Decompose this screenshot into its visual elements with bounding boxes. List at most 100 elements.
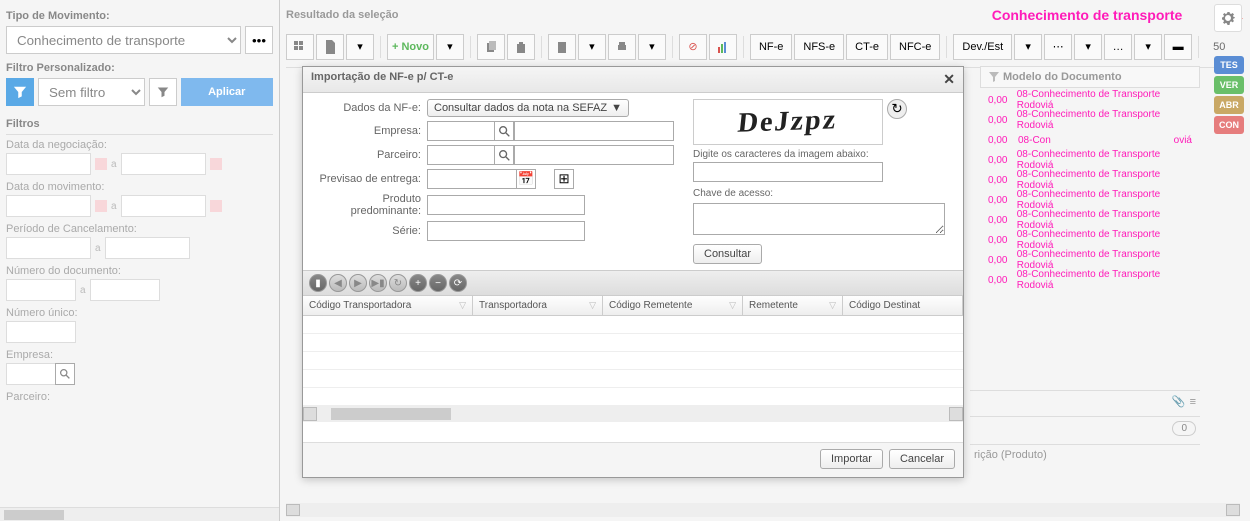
- result-row[interactable]: 0,0008-Conhecimento de Transporte Rodovi…: [980, 210, 1200, 230]
- nfse-button[interactable]: NFS-e: [794, 34, 844, 60]
- funnel-icon[interactable]: ▽: [829, 300, 836, 311]
- extra1-drop[interactable]: ▾: [1074, 34, 1102, 60]
- grid-nav-first[interactable]: ▮: [309, 274, 327, 292]
- serie-input[interactable]: [427, 221, 585, 241]
- modal-titlebar[interactable]: Importação de NF-e p/ CT-e ✕: [303, 67, 963, 93]
- tipo-more-button[interactable]: •••: [245, 26, 273, 54]
- numero-doc-to[interactable]: [90, 279, 160, 301]
- captcha-refresh-button[interactable]: ↻: [887, 99, 907, 119]
- chart-button[interactable]: [709, 34, 737, 60]
- badge-ver[interactable]: VER: [1214, 76, 1244, 94]
- grid-remove[interactable]: −: [429, 274, 447, 292]
- result-row[interactable]: 0,0008-Conhecimento de Transporte Rodovi…: [980, 110, 1200, 130]
- filtro-select[interactable]: Sem filtro: [38, 78, 145, 106]
- parceiro-code-input[interactable]: [427, 145, 495, 165]
- result-row[interactable]: 0,0008-Conoviá: [980, 130, 1200, 150]
- dados-nfe-dropdown[interactable]: Consultar dados da nota na SEFAZ▼: [427, 99, 629, 117]
- filter-icon-button[interactable]: [6, 78, 34, 106]
- copy-button[interactable]: [477, 34, 505, 60]
- calendar-icon[interactable]: [95, 200, 107, 212]
- data-negociacao-to[interactable]: [121, 153, 206, 175]
- doc-button[interactable]: [316, 34, 344, 60]
- consultar-button[interactable]: Consultar: [693, 244, 762, 264]
- col-transportadora[interactable]: Transportadora▽: [473, 296, 603, 315]
- cancelar-button[interactable]: Cancelar: [889, 449, 955, 469]
- modal-close-button[interactable]: ✕: [943, 71, 955, 88]
- previsao-extra-button[interactable]: ⊞: [554, 169, 574, 189]
- importar-button[interactable]: Importar: [820, 449, 883, 469]
- main-scrollbar[interactable]: [286, 503, 1240, 517]
- col-codigo-remetente[interactable]: Código Remetente▽: [603, 296, 743, 315]
- result-row[interactable]: 0,0008-Conhecimento de Transporte Rodovi…: [980, 90, 1200, 110]
- menu-icon[interactable]: ≡: [1190, 396, 1196, 408]
- extra2-drop[interactable]: ▾: [1134, 34, 1162, 60]
- scroll-left[interactable]: [286, 504, 300, 516]
- parceiro-lookup-button[interactable]: [494, 145, 514, 165]
- scroll-right[interactable]: [1226, 504, 1240, 516]
- grid-reload[interactable]: ⟳: [449, 274, 467, 292]
- grid-nav-next[interactable]: ▶: [349, 274, 367, 292]
- aplicar-button[interactable]: Aplicar: [181, 78, 274, 106]
- grid-add[interactable]: +: [409, 274, 427, 292]
- grid-refresh[interactable]: ↻: [389, 274, 407, 292]
- empresa-code-input[interactable]: [427, 121, 495, 141]
- badge-con[interactable]: CON: [1214, 116, 1244, 134]
- left-scrollbar[interactable]: [0, 507, 279, 521]
- result-row[interactable]: 0,0008-Conhecimento de Transporte Rodovi…: [980, 270, 1200, 290]
- novo-button[interactable]: +Novo: [387, 34, 434, 60]
- novo-drop[interactable]: ▾: [436, 34, 464, 60]
- print-button[interactable]: [608, 34, 636, 60]
- funnel-icon[interactable]: ▽: [459, 300, 466, 311]
- numero-unico-input[interactable]: [6, 321, 76, 343]
- doc-drop[interactable]: ▾: [346, 34, 374, 60]
- scroll-right-arrow[interactable]: [949, 407, 963, 421]
- previsao-input[interactable]: [427, 169, 517, 189]
- extra1-button[interactable]: ⋯: [1044, 34, 1072, 60]
- devest-drop[interactable]: ▾: [1014, 34, 1042, 60]
- chave-acesso-input[interactable]: [693, 203, 945, 235]
- devest-button[interactable]: Dev./Est: [953, 34, 1012, 60]
- grid-nav-prev[interactable]: ◀: [329, 274, 347, 292]
- cancel-item-button[interactable]: ⊘: [679, 34, 707, 60]
- extra2-button[interactable]: …: [1104, 34, 1132, 60]
- nfce-button[interactable]: NFC-e: [890, 34, 940, 60]
- grid-view-button[interactable]: [286, 34, 314, 60]
- calendar-icon[interactable]: [210, 200, 222, 212]
- paste-button[interactable]: [548, 34, 576, 60]
- grid-scrollbar[interactable]: [303, 406, 963, 422]
- tipo-movimento-select[interactable]: Conhecimento de transporte: [6, 26, 241, 54]
- modelo-header[interactable]: Modelo do Documento: [980, 66, 1200, 88]
- col-codigo-destinat[interactable]: Código Destinat: [843, 296, 963, 315]
- filter-funnel-button[interactable]: [149, 78, 177, 106]
- attach-icon[interactable]: 📎: [1172, 395, 1186, 408]
- result-row[interactable]: 0,0008-Conhecimento de Transporte Rodovi…: [980, 190, 1200, 210]
- paste-drop[interactable]: ▾: [578, 34, 606, 60]
- scroll-thumb[interactable]: [331, 408, 451, 420]
- empresa-lookup-button[interactable]: [494, 121, 514, 141]
- settings-button[interactable]: [1214, 4, 1242, 32]
- print-drop[interactable]: ▾: [638, 34, 666, 60]
- produto-input[interactable]: [427, 195, 585, 215]
- cte-button[interactable]: CT-e: [846, 34, 888, 60]
- funnel-icon[interactable]: ▽: [729, 300, 736, 311]
- grid-body[interactable]: [303, 316, 963, 406]
- empresa-name-input[interactable]: [514, 121, 674, 141]
- nfe-button[interactable]: NF-e: [750, 34, 792, 60]
- col-remetente[interactable]: Remetente▽: [743, 296, 843, 315]
- periodo-to[interactable]: [105, 237, 190, 259]
- result-row[interactable]: 0,0008-Conhecimento de Transporte Rodovi…: [980, 230, 1200, 250]
- extra3-button[interactable]: ▬: [1164, 34, 1192, 60]
- empresa-lookup[interactable]: [55, 363, 75, 385]
- data-negociacao-from[interactable]: [6, 153, 91, 175]
- periodo-from[interactable]: [6, 237, 91, 259]
- captcha-input[interactable]: [693, 162, 883, 182]
- data-movimento-to[interactable]: [121, 195, 206, 217]
- empresa-input[interactable]: [6, 363, 56, 385]
- calendar-icon[interactable]: [95, 158, 107, 170]
- result-row[interactable]: 0,0008-Conhecimento de Transporte Rodovi…: [980, 150, 1200, 170]
- parceiro-name-input[interactable]: [514, 145, 674, 165]
- grid-nav-last[interactable]: ▶▮: [369, 274, 387, 292]
- badge-abr[interactable]: ABR: [1214, 96, 1244, 114]
- badge-tes[interactable]: TES: [1214, 56, 1244, 74]
- col-codigo-transportadora[interactable]: Código Transportadora▽: [303, 296, 473, 315]
